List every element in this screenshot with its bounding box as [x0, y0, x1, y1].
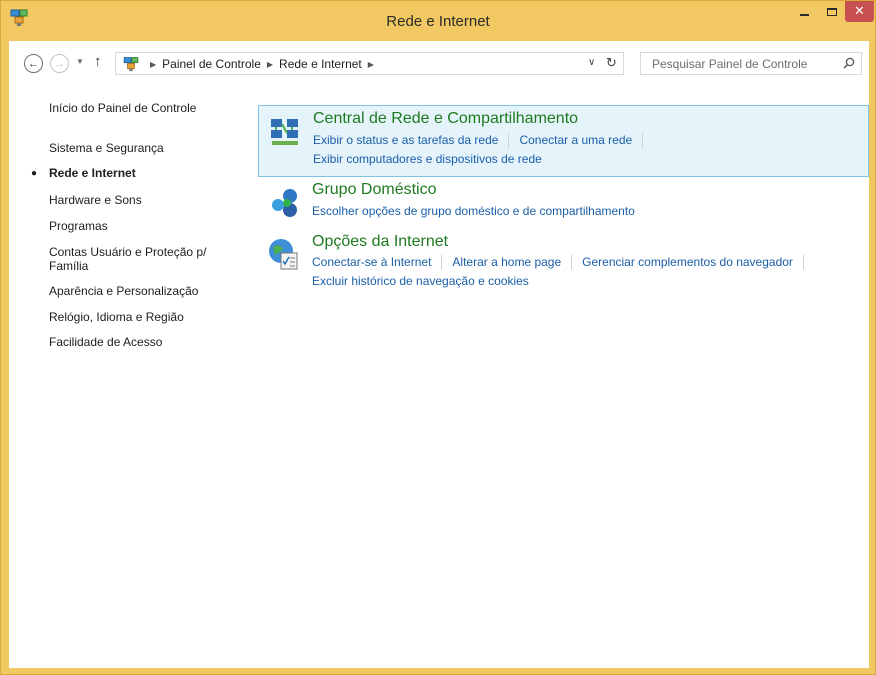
- category-links-row: Exibir computadores e dispositivos de re…: [313, 152, 542, 166]
- search-input[interactable]: [641, 53, 831, 74]
- up-button[interactable]: ↑: [94, 53, 102, 70]
- sidebar-item-hardware-sons[interactable]: Hardware e Sons: [49, 193, 234, 207]
- link-conectar-rede[interactable]: Conectar a uma rede: [519, 133, 632, 148]
- recent-locations-button[interactable]: ▼: [76, 57, 84, 66]
- link-separator: [802, 255, 804, 270]
- link-separator: [571, 255, 573, 270]
- category-title-central-de-rede[interactable]: Central de Rede e Compartilhamento: [313, 110, 578, 128]
- sidebar-item-inicio[interactable]: Início do Painel de Controle: [49, 101, 234, 115]
- breadcrumb-rede-e-internet[interactable]: Rede e Internet: [279, 57, 362, 71]
- back-button[interactable]: ←: [24, 54, 43, 73]
- link-separator: [642, 133, 644, 148]
- link-opcoes-grupo-domestico[interactable]: Escolher opções de grupo doméstico e de …: [312, 204, 635, 218]
- link-gerenciar-complementos[interactable]: Gerenciar complementos do navegador: [582, 255, 793, 270]
- breadcrumb: ▶ Painel de Controle ▶ Rede e Internet ▶: [144, 57, 380, 71]
- minimize-button[interactable]: [791, 1, 818, 22]
- close-icon: ✕: [854, 4, 865, 19]
- link-conectar-internet[interactable]: Conectar-se à Internet: [312, 255, 431, 270]
- network-center-icon[interactable]: [268, 115, 302, 149]
- sidebar-item-rede-internet: Rede e Internet: [49, 166, 136, 180]
- category-title-grupo-domestico[interactable]: Grupo Doméstico: [312, 181, 437, 199]
- category-links-row: Conectar-se à Internet Alterar a home pa…: [312, 255, 814, 270]
- window-content: ← → ▼ ↑ ▶ Painel de Controle ▶ Rede e In…: [9, 41, 869, 668]
- sidebar-item-facilidade-acesso[interactable]: Facilidade de Acesso: [49, 335, 234, 349]
- address-bar[interactable]: ▶ Painel de Controle ▶ Rede e Internet ▶…: [115, 52, 624, 75]
- close-button[interactable]: ✕: [845, 1, 874, 22]
- breadcrumb-separator-icon[interactable]: ▶: [267, 60, 273, 69]
- refresh-icon[interactable]: ↻: [606, 55, 617, 71]
- search-icon[interactable]: [843, 57, 855, 69]
- link-exibir-computadores-dispositivos[interactable]: Exibir computadores e dispositivos de re…: [313, 152, 542, 166]
- link-excluir-historico[interactable]: Excluir histórico de navegação e cookies: [312, 274, 529, 288]
- category-central-de-rede: Central de Rede e Compartilhamento Exibi…: [258, 105, 869, 177]
- sidebar-item-programas[interactable]: Programas: [49, 219, 234, 233]
- minimize-icon: [800, 13, 809, 16]
- search-box: [640, 52, 862, 75]
- category-opcoes-da-internet: Opções da Internet Conectar-se à Interne…: [258, 229, 869, 293]
- active-bullet-icon: ●: [31, 168, 38, 179]
- category-links-row: Escolher opções de grupo doméstico e de …: [312, 204, 635, 218]
- link-separator: [508, 133, 510, 148]
- link-separator: [441, 255, 443, 270]
- link-exibir-status-tarefas[interactable]: Exibir o status e as tarefas da rede: [313, 133, 498, 148]
- breadcrumb-painel-de-controle[interactable]: Painel de Controle: [162, 57, 261, 71]
- sidebar-item-aparencia[interactable]: Aparência e Personalização: [49, 284, 234, 298]
- category-links-row: Exibir o status e as tarefas da rede Con…: [313, 133, 653, 148]
- forward-button[interactable]: →: [50, 54, 69, 73]
- maximize-icon: [826, 7, 837, 16]
- sidebar-item-contas-usuario[interactable]: Contas Usuário e Proteção p/ Família: [49, 245, 219, 273]
- address-dropdown-icon[interactable]: ∨: [588, 57, 595, 68]
- category-links-row: Excluir histórico de navegação e cookies: [312, 274, 529, 288]
- homegroup-icon[interactable]: [268, 186, 302, 220]
- link-alterar-home-page[interactable]: Alterar a home page: [452, 255, 561, 270]
- sidebar-item-sistema-seguranca[interactable]: Sistema e Segurança: [49, 141, 234, 155]
- category-grupo-domestico: Grupo Doméstico Escolher opções de grupo…: [258, 177, 869, 229]
- control-panel-icon: [123, 57, 139, 72]
- breadcrumb-separator-icon[interactable]: ▶: [368, 60, 374, 69]
- internet-options-icon[interactable]: [267, 237, 301, 271]
- title-bar[interactable]: Rede e Internet ✕: [1, 1, 875, 40]
- navigation-bar: ← → ▼ ↑ ▶ Painel de Controle ▶ Rede e In…: [9, 41, 869, 85]
- window-title: Rede e Internet: [386, 13, 490, 30]
- sidebar-item-relogio-idioma[interactable]: Relógio, Idioma e Região: [49, 310, 234, 324]
- maximize-button[interactable]: [818, 1, 845, 22]
- category-title-opcoes-da-internet[interactable]: Opções da Internet: [312, 233, 448, 251]
- window: Rede e Internet ✕ ← → ▼ ↑ ▶ Painel de Co…: [0, 0, 876, 675]
- breadcrumb-separator-icon[interactable]: ▶: [150, 60, 156, 69]
